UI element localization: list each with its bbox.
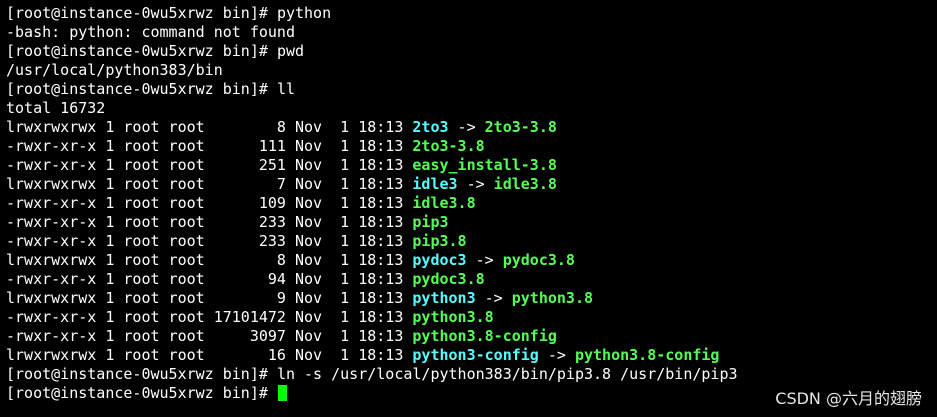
output-line: total 16732 — [6, 99, 937, 118]
shell-prompt: [root@instance-0wu5xrwz bin]# — [6, 365, 277, 383]
file-meta: -rwxr-xr-x 1 root root 94 Nov 1 18:13 — [6, 270, 413, 288]
output-line: -bash: python: command not found — [6, 23, 937, 42]
shell-command: pwd — [276, 42, 305, 60]
file-name: python3-config — [412, 346, 539, 364]
file-meta: -rwxr-xr-x 1 root root 251 Nov 1 18:13 — [6, 156, 413, 174]
shell-command: ll — [276, 80, 295, 98]
shell-prompt: [root@instance-0wu5xrwz bin]# — [6, 80, 277, 98]
file-meta: -rwxr-xr-x 1 root root 111 Nov 1 18:13 — [6, 137, 413, 155]
file-entry: -rwxr-xr-x 1 root root 233 Nov 1 18:13 p… — [6, 213, 937, 232]
symlink-arrow: -> — [466, 251, 503, 269]
output-text: -bash: python: command not found — [6, 23, 295, 41]
file-entry: -rwxr-xr-x 1 root root 94 Nov 1 18:13 py… — [6, 270, 937, 289]
output-line: /usr/local/python383/bin — [6, 61, 937, 80]
file-entry: lrwxrwxrwx 1 root root 8 Nov 1 18:13 pyd… — [6, 251, 937, 270]
prompt-line: [root@instance-0wu5xrwz bin]# ll — [6, 80, 937, 99]
symlink-arrow: -> — [457, 175, 494, 193]
prompt-line: [root@instance-0wu5xrwz bin]# pwd — [6, 42, 937, 61]
file-name: python3.8 — [412, 308, 494, 326]
shell-prompt: [root@instance-0wu5xrwz bin]# — [6, 384, 277, 402]
file-meta: lrwxrwxrwx 1 root root 8 Nov 1 18:13 — [6, 251, 413, 269]
file-name: easy_install-3.8 — [412, 156, 557, 174]
file-entry: lrwxrwxrwx 1 root root 7 Nov 1 18:13 idl… — [6, 175, 937, 194]
file-name: 2to3-3.8 — [412, 137, 485, 155]
file-meta: -rwxr-xr-x 1 root root 3097 Nov 1 18:13 — [6, 327, 413, 345]
file-entry: -rwxr-xr-x 1 root root 109 Nov 1 18:13 i… — [6, 194, 937, 213]
file-meta: lrwxrwxrwx 1 root root 8 Nov 1 18:13 — [6, 118, 413, 136]
file-name: idle3.8 — [412, 194, 476, 212]
watermark: CSDN @六月的翅膀 — [775, 389, 922, 408]
symlink-target: 2to3-3.8 — [484, 118, 557, 136]
symlink-target: idle3.8 — [493, 175, 557, 193]
file-meta: lrwxrwxrwx 1 root root 7 Nov 1 18:13 — [6, 175, 413, 193]
file-meta: lrwxrwxrwx 1 root root 9 Nov 1 18:13 — [6, 289, 413, 307]
symlink-target: python3.8 — [511, 289, 594, 307]
file-entry: lrwxrwxrwx 1 root root 8 Nov 1 18:13 2to… — [6, 118, 937, 137]
file-meta: -rwxr-xr-x 1 root root 109 Nov 1 18:13 — [6, 194, 413, 212]
file-name: python3.8-config — [412, 327, 557, 345]
file-entry: -rwxr-xr-x 1 root root 3097 Nov 1 18:13 … — [6, 327, 937, 346]
file-name: idle3 — [412, 175, 458, 193]
file-entry: -rwxr-xr-x 1 root root 17101472 Nov 1 18… — [6, 308, 937, 327]
symlink-target: python3.8-config — [574, 346, 720, 364]
file-name: pip3 — [412, 213, 449, 231]
output-text: /usr/local/python383/bin — [6, 61, 223, 79]
file-entry: -rwxr-xr-x 1 root root 111 Nov 1 18:13 2… — [6, 137, 937, 156]
shell-prompt: [root@instance-0wu5xrwz bin]# — [6, 42, 277, 60]
file-entry: lrwxrwxrwx 1 root root 16 Nov 1 18:13 py… — [6, 346, 937, 365]
prompt-line: [root@instance-0wu5xrwz bin]# python — [6, 4, 937, 23]
shell-prompt: [root@instance-0wu5xrwz bin]# — [6, 4, 277, 22]
file-name: pydoc3.8 — [412, 270, 485, 288]
file-entry: -rwxr-xr-x 1 root root 251 Nov 1 18:13 e… — [6, 156, 937, 175]
prompt-line: [root@instance-0wu5xrwz bin]# ln -s /usr… — [6, 365, 937, 384]
symlink-arrow: -> — [475, 289, 512, 307]
file-name: 2to3 — [412, 118, 449, 136]
file-entry: -rwxr-xr-x 1 root root 233 Nov 1 18:13 p… — [6, 232, 937, 251]
symlink-target: pydoc3.8 — [502, 251, 575, 269]
terminal-output[interactable]: [root@instance-0wu5xrwz bin]# python -bas… — [6, 4, 937, 403]
file-name: pip3.8 — [412, 232, 467, 250]
file-name: pydoc3 — [412, 251, 467, 269]
symlink-arrow: -> — [538, 346, 575, 364]
file-meta: lrwxrwxrwx 1 root root 16 Nov 1 18:13 — [6, 346, 413, 364]
file-entry: lrwxrwxrwx 1 root root 9 Nov 1 18:13 pyt… — [6, 289, 937, 308]
shell-command: ln -s /usr/local/python383/bin/pip3.8 /u… — [276, 365, 738, 383]
file-meta: -rwxr-xr-x 1 root root 233 Nov 1 18:13 — [6, 232, 413, 250]
symlink-arrow: -> — [448, 118, 485, 136]
file-name: python3 — [412, 289, 476, 307]
file-meta: -rwxr-xr-x 1 root root 17101472 Nov 1 18… — [6, 308, 413, 326]
output-text: total 16732 — [6, 99, 106, 117]
file-meta: -rwxr-xr-x 1 root root 233 Nov 1 18:13 — [6, 213, 413, 231]
text-cursor — [277, 385, 287, 401]
shell-command: python — [276, 4, 332, 22]
